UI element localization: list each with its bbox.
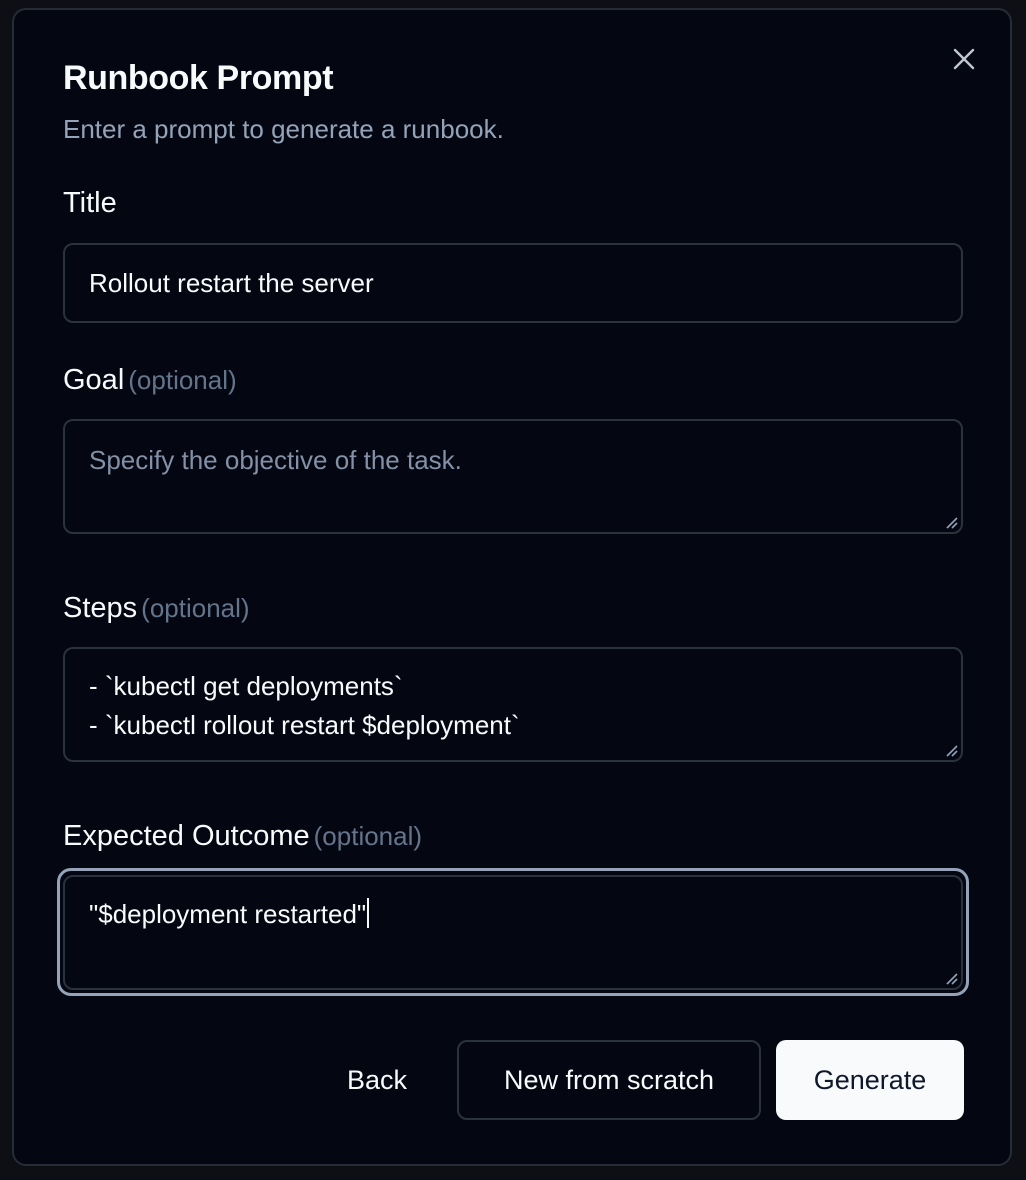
expected-outcome-label: Expected Outcome (optional) <box>63 819 422 853</box>
steps-line: - `kubectl rollout restart $deployment` <box>89 710 520 740</box>
close-icon <box>953 48 975 70</box>
resize-handle-icon[interactable] <box>944 971 958 985</box>
title-input-value: Rollout restart the server <box>89 267 374 298</box>
text-caret <box>367 898 370 928</box>
resize-handle-icon[interactable] <box>944 515 958 529</box>
close-button[interactable] <box>949 44 979 74</box>
expected-outcome-label-text: Expected Outcome <box>63 820 310 852</box>
goal-optional-hint: (optional) <box>128 365 237 395</box>
goal-label-text: Goal <box>63 364 125 396</box>
title-label: Title <box>63 186 117 220</box>
steps-label: Steps (optional) <box>63 591 250 625</box>
steps-label-text: Steps <box>63 592 138 624</box>
new-from-scratch-button[interactable]: New from scratch <box>457 1040 761 1120</box>
expected-outcome-value: "$deployment restarted" <box>89 899 367 929</box>
steps-optional-hint: (optional) <box>141 593 250 623</box>
goal-textarea[interactable]: Specify the objective of the task. <box>63 419 963 534</box>
title-label-text: Title <box>63 187 117 219</box>
generate-button[interactable]: Generate <box>776 1040 964 1120</box>
goal-label: Goal (optional) <box>63 363 237 397</box>
expected-outcome-textarea[interactable]: "$deployment restarted" <box>63 875 963 990</box>
resize-handle-icon[interactable] <box>944 743 958 757</box>
title-input[interactable]: Rollout restart the server <box>63 243 963 323</box>
expected-outcome-optional-hint: (optional) <box>313 821 423 851</box>
runbook-prompt-dialog: Runbook Prompt Enter a prompt to generat… <box>12 8 1012 1166</box>
dialog-title: Runbook Prompt <box>63 59 334 97</box>
goal-placeholder: Specify the objective of the task. <box>89 445 462 475</box>
back-button[interactable]: Back <box>320 1040 434 1120</box>
dialog-subtitle: Enter a prompt to generate a runbook. <box>63 114 504 144</box>
steps-textarea[interactable]: - `kubectl get deployments` - `kubectl r… <box>63 647 963 762</box>
steps-line: - `kubectl get deployments` <box>89 671 403 701</box>
